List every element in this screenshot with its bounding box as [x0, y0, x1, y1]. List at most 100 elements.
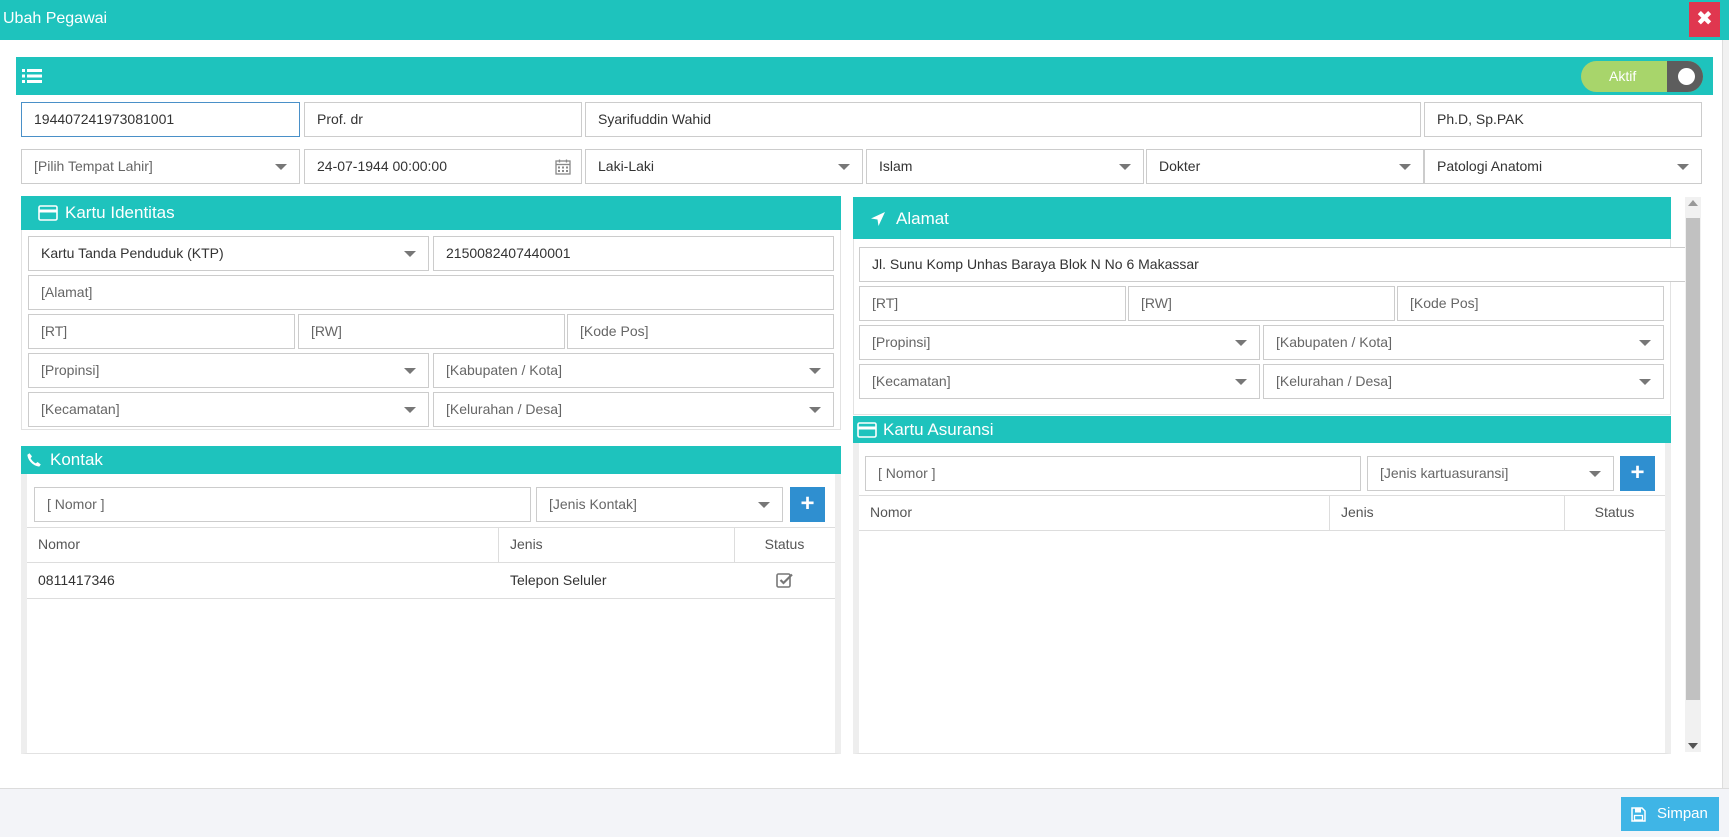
check-square-icon[interactable]: [776, 572, 794, 589]
asuransi-col-divider: [1564, 495, 1565, 531]
tanggal-lahir-value: 24-07-1944 00:00:00: [317, 158, 447, 174]
jenis-asuransi-select[interactable]: [Jenis kartuasuransi]: [1367, 456, 1614, 491]
alamat-title: Alamat: [896, 209, 949, 228]
kontak-col-jenis: Jenis: [498, 527, 734, 563]
chevron-down-icon: [838, 164, 850, 170]
kabupaten-kartu-select[interactable]: [Kabupaten / Kota]: [433, 353, 834, 388]
close-icon: ✖: [1696, 8, 1713, 30]
credit-card-icon: [857, 422, 877, 438]
asuransi-nomor-input[interactable]: [ Nomor ]: [865, 456, 1361, 491]
save-button[interactable]: Simpan: [1621, 797, 1719, 831]
kontak-col-divider: [498, 527, 499, 563]
gelar-belakang-input[interactable]: Ph.D, Sp.PAK: [1424, 102, 1702, 137]
plus-icon: +: [800, 490, 815, 517]
kontak-col-divider: [734, 527, 735, 563]
nip-input[interactable]: 194407241973081001: [21, 102, 300, 137]
chevron-down-icon: [1677, 164, 1689, 170]
unit-select[interactable]: Patologi Anatomi: [1424, 149, 1702, 184]
alamat-rt-input[interactable]: [RT]: [859, 286, 1126, 321]
tempat-lahir-select[interactable]: [Pilih Tempat Lahir]: [21, 149, 300, 184]
alamat-kabupaten-select[interactable]: [Kabupaten / Kota]: [1263, 325, 1664, 360]
rw-kartu-input[interactable]: [RW]: [298, 314, 565, 349]
alamat-rw-input[interactable]: [RW]: [1128, 286, 1395, 321]
alamat-kartu-input[interactable]: [Alamat]: [28, 275, 834, 310]
propinsi-kartu-label: [Propinsi]: [41, 362, 100, 378]
chevron-down-icon: [758, 502, 770, 508]
alamat-header: Alamat: [853, 197, 1671, 239]
kontak-title: Kontak: [50, 450, 103, 469]
jenis-kartu-select[interactable]: Kartu Tanda Penduduk (KTP): [28, 236, 429, 271]
kelurahan-kartu-select[interactable]: [Kelurahan / Desa]: [433, 392, 834, 427]
status-toggle[interactable]: Aktif: [1581, 61, 1703, 92]
tanggal-lahir-input[interactable]: 24-07-1944 00:00:00: [304, 149, 582, 184]
save-button-label: Simpan: [1657, 805, 1708, 822]
dialog-footer: Simpan: [0, 788, 1729, 837]
kode-pos-kartu-input[interactable]: [Kode Pos]: [567, 314, 834, 349]
scroll-down-icon[interactable]: [1688, 743, 1698, 749]
chevron-down-icon: [809, 407, 821, 413]
kabupaten-kartu-label: [Kabupaten / Kota]: [446, 362, 562, 378]
plus-icon: +: [1630, 459, 1645, 486]
profesi-select[interactable]: Dokter: [1146, 149, 1424, 184]
asuransi-col-status: Status: [1564, 495, 1665, 531]
kartu-identitas-header: Kartu Identitas: [21, 196, 841, 230]
calendar-icon[interactable]: [555, 159, 571, 175]
kontak-cell-jenis: Telepon Seluler: [510, 572, 607, 588]
rt-kartu-input[interactable]: [RT]: [28, 314, 295, 349]
asuransi-col-jenis: Jenis: [1329, 495, 1564, 531]
alamat-kecamatan-select[interactable]: [Kecamatan]: [859, 364, 1260, 399]
status-toggle-label: Aktif: [1609, 68, 1637, 84]
form-toolbar: Aktif: [16, 57, 1713, 95]
chevron-down-icon: [1399, 164, 1411, 170]
kecamatan-kartu-label: [Kecamatan]: [41, 401, 120, 417]
nama-input[interactable]: Syarifuddin Wahid: [585, 102, 1421, 137]
alamat-kelurahan-select[interactable]: [Kelurahan / Desa]: [1263, 364, 1664, 399]
toggle-knob-track: [1667, 61, 1703, 92]
chevron-down-icon: [1639, 340, 1651, 346]
alamat-kode-pos-input[interactable]: [Kode Pos]: [1397, 286, 1664, 321]
nomor-kartu-input[interactable]: 2150082407440001: [433, 236, 834, 271]
phone-icon: [27, 453, 41, 467]
kartu-asuransi-title: Kartu Asuransi: [883, 420, 994, 439]
gelar-depan-input[interactable]: Prof. dr: [304, 102, 582, 137]
close-button[interactable]: ✖: [1689, 2, 1720, 37]
chevron-down-icon: [809, 368, 821, 374]
jenis-kontak-label: [Jenis Kontak]: [549, 496, 637, 512]
toggle-knob: [1678, 68, 1695, 85]
alamat-kecamatan-label: [Kecamatan]: [872, 373, 951, 389]
kartu-identitas-title: Kartu Identitas: [65, 203, 175, 222]
chevron-down-icon: [1639, 379, 1651, 385]
alamat-kabupaten-label: [Kabupaten / Kota]: [1276, 334, 1392, 350]
kecamatan-kartu-select[interactable]: [Kecamatan]: [28, 392, 429, 427]
profesi-value: Dokter: [1159, 158, 1201, 174]
location-arrow-icon: [871, 212, 885, 226]
chevron-down-icon: [404, 368, 416, 374]
propinsi-kartu-select[interactable]: [Propinsi]: [28, 353, 429, 388]
add-asuransi-button[interactable]: +: [1620, 456, 1655, 491]
kelurahan-kartu-label: [Kelurahan / Desa]: [446, 401, 562, 417]
unit-value: Patologi Anatomi: [1437, 158, 1543, 174]
add-kontak-button[interactable]: +: [790, 487, 825, 522]
kontak-cell-nomor: 0811417346: [38, 572, 115, 588]
kartu-asuransi-header: Kartu Asuransi: [853, 416, 1671, 443]
kontak-col-status: Status: [734, 527, 835, 563]
chevron-down-icon: [404, 251, 416, 257]
alamat-propinsi-label: [Propinsi]: [872, 334, 931, 350]
kontak-col-nomor: Nomor: [27, 527, 498, 563]
scrollbar-thumb[interactable]: [1686, 218, 1700, 700]
asuransi-col-divider: [1329, 495, 1330, 531]
alamat-jalan-input[interactable]: Jl. Sunu Komp Unhas Baraya Blok N No 6 M…: [859, 247, 1694, 282]
kontak-nomor-input[interactable]: [ Nomor ]: [34, 487, 531, 522]
alamat-propinsi-select[interactable]: [Propinsi]: [859, 325, 1260, 360]
asuransi-col-nomor: Nomor: [859, 495, 1329, 531]
window-title: Ubah Pegawai: [3, 10, 108, 27]
agama-select[interactable]: Islam: [866, 149, 1144, 184]
jenis-kontak-select[interactable]: [Jenis Kontak]: [536, 487, 783, 522]
scroll-up-icon[interactable]: [1688, 200, 1698, 206]
chevron-down-icon: [404, 407, 416, 413]
list-icon[interactable]: [22, 68, 42, 84]
jenis-kelamin-select[interactable]: Laki-Laki: [585, 149, 863, 184]
window-edge: [1722, 40, 1729, 790]
jenis-kartu-value: Kartu Tanda Penduduk (KTP): [41, 245, 224, 261]
chevron-down-icon: [1119, 164, 1131, 170]
